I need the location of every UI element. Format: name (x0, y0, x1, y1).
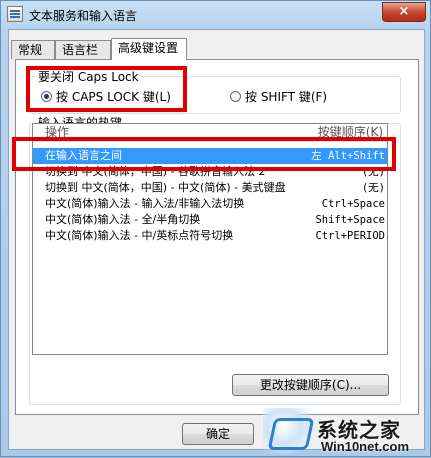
hotkey-action: 中文(简体)输入法 - 中/英标点符号切换 (45, 229, 234, 242)
tab-advanced-key-settings[interactable]: 高级键设置 (111, 38, 187, 60)
hotkey-action: 切换到 中文(简体，中国) - 谷歌拼音输入法 2 (45, 165, 266, 178)
hotkey-row[interactable]: 中文(简体)输入法 - 输入法/非输入法切换 Ctrl+Space (33, 196, 387, 212)
header-action: 操作 (45, 125, 70, 139)
hotkey-action: 切换到 中文(简体，中国) - 中文(简体) - 美式键盘 (45, 181, 286, 194)
hotkey-keys: (无) (361, 182, 385, 194)
close-button[interactable]: × (382, 2, 426, 22)
header-key-sequence: 按键顺序(K) (317, 125, 383, 139)
hotkey-row[interactable]: 切换到 中文(简体，中国) - 中文(简体) - 美式键盘 (无) (33, 180, 387, 196)
hotkey-keys: (无) (361, 166, 385, 178)
ok-button[interactable]: 确定 (182, 423, 254, 445)
hotkey-row[interactable]: 中文(简体)输入法 - 中/英标点符号切换 Ctrl+PERIOD (33, 228, 387, 244)
hotkey-list-header: 操作 按键顺序(K) (33, 124, 387, 142)
hotkey-row[interactable]: 切换到 中文(简体，中国) - 谷歌拼音输入法 2 (无) (33, 164, 387, 180)
caps-lock-group-label: 要关闭 Caps Lock (36, 70, 141, 84)
hotkey-keys: 左 Alt+Shift (311, 150, 385, 162)
hotkey-row[interactable]: 在输入语言之间 左 Alt+Shift (33, 148, 387, 164)
title-bar[interactable]: 文本服务和输入语言 × (1, 1, 430, 29)
watermark-logo-icon (263, 408, 315, 454)
radio-caps-lock[interactable]: 按 CAPS LOCK 键(L) (41, 90, 171, 104)
tab-language-bar[interactable]: 语言栏 (55, 40, 111, 59)
hotkey-action: 中文(简体)输入法 - 全/半角切换 (45, 213, 201, 226)
tab-general[interactable]: 常规 (11, 40, 55, 59)
hotkey-keys: Ctrl+PERIOD (315, 230, 385, 242)
change-key-sequence-button[interactable]: 更改按键顺序(C)... (232, 374, 389, 396)
keyboard-settings-icon (7, 6, 23, 22)
radio-shift[interactable]: 按 SHIFT 键(F) (230, 90, 327, 104)
window-title: 文本服务和输入语言 (29, 9, 138, 23)
dialog-window: 文本服务和输入语言 × 常规 语言栏 高级键设置 要关闭 Caps Lock 按… (0, 0, 431, 457)
hotkey-row[interactable]: 中文(简体)输入法 - 全/半角切换 Shift+Space (33, 212, 387, 228)
hotkey-list[interactable]: 操作 按键顺序(K) 在输入语言之间 左 Alt+Shift 切换到 中文(简体… (32, 123, 388, 355)
hotkey-action: 中文(简体)输入法 - 输入法/非输入法切换 (45, 197, 245, 210)
site-watermark: 系统之家 Win10net.com (263, 406, 431, 458)
radio-unselected-icon (230, 91, 241, 102)
radio-selected-icon (41, 91, 52, 102)
hotkey-keys: Ctrl+Space (321, 198, 385, 210)
watermark-en: Win10net.com (321, 439, 410, 454)
hotkey-keys: Shift+Space (315, 214, 385, 226)
hotkey-action: 在输入语言之间 (45, 149, 122, 162)
radio-caps-lock-label: 按 CAPS LOCK 键(L) (56, 90, 171, 104)
radio-shift-label: 按 SHIFT 键(F) (245, 90, 328, 104)
